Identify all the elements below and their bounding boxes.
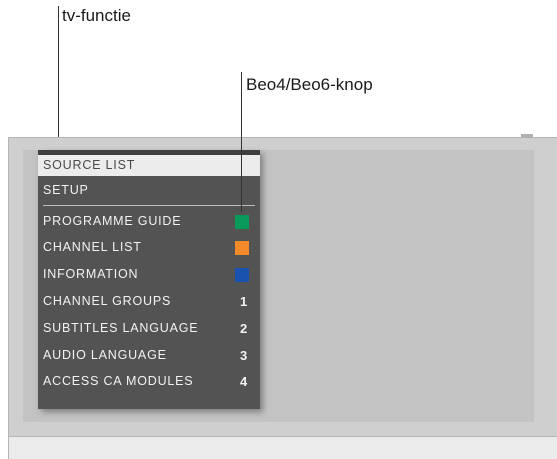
menu-item-information[interactable]: INFORMATION: [38, 261, 260, 288]
menu-divider: [43, 205, 255, 206]
menu-item-key: 1: [239, 294, 248, 309]
menu-item-channel-list[interactable]: CHANNEL LIST: [38, 234, 260, 261]
menu-item-programme-guide[interactable]: PROGRAMME GUIDE: [38, 208, 260, 235]
menu-item-audio-language[interactable]: AUDIO LANGUAGE 3: [38, 342, 260, 369]
menu-item-label: CHANNEL GROUPS: [43, 294, 172, 308]
blue-button-icon: [235, 268, 249, 282]
tv-function-callout-line: [58, 6, 59, 150]
menu-item-label: SETUP: [43, 183, 89, 197]
menu-item-key: 4: [239, 374, 248, 389]
menu-item-access-ca-modules[interactable]: ACCESS CA MODULES 4: [38, 368, 260, 395]
menu-item-label: ACCESS CA MODULES: [43, 374, 194, 388]
menu-item-label: AUDIO LANGUAGE: [43, 348, 167, 362]
tv-function-callout-label: tv-functie: [62, 6, 131, 25]
tv-frame-tick: [521, 134, 533, 138]
menu-item-label: PROGRAMME GUIDE: [43, 214, 182, 228]
menu-item-subtitles-language[interactable]: SUBTITLES LANGUAGE 2: [38, 315, 260, 342]
green-button-icon: [235, 215, 249, 229]
menu-item-label: INFORMATION: [43, 267, 139, 281]
menu-item-label: SUBTITLES LANGUAGE: [43, 321, 199, 335]
diagram-stage: tv-functie SOURCE LIST SETUP PROGRAMME G…: [0, 0, 557, 459]
orange-button-icon: [235, 241, 249, 255]
menu-item-setup[interactable]: SETUP: [38, 177, 260, 204]
remote-button-callout-line: [241, 72, 242, 212]
menu-item-key: 3: [239, 348, 248, 363]
tv-menu: SOURCE LIST SETUP PROGRAMME GUIDE CHANNE…: [38, 150, 260, 409]
menu-item-channel-groups[interactable]: CHANNEL GROUPS 1: [38, 288, 260, 315]
menu-item-key: 2: [239, 321, 248, 336]
tv-bottom-bar: [9, 436, 557, 459]
menu-item-label: CHANNEL LIST: [43, 240, 142, 254]
menu-item-label: SOURCE LIST: [43, 158, 136, 172]
remote-button-callout-label: Beo4/Beo6-knop: [246, 75, 373, 94]
menu-item-source-list[interactable]: SOURCE LIST: [38, 155, 260, 176]
